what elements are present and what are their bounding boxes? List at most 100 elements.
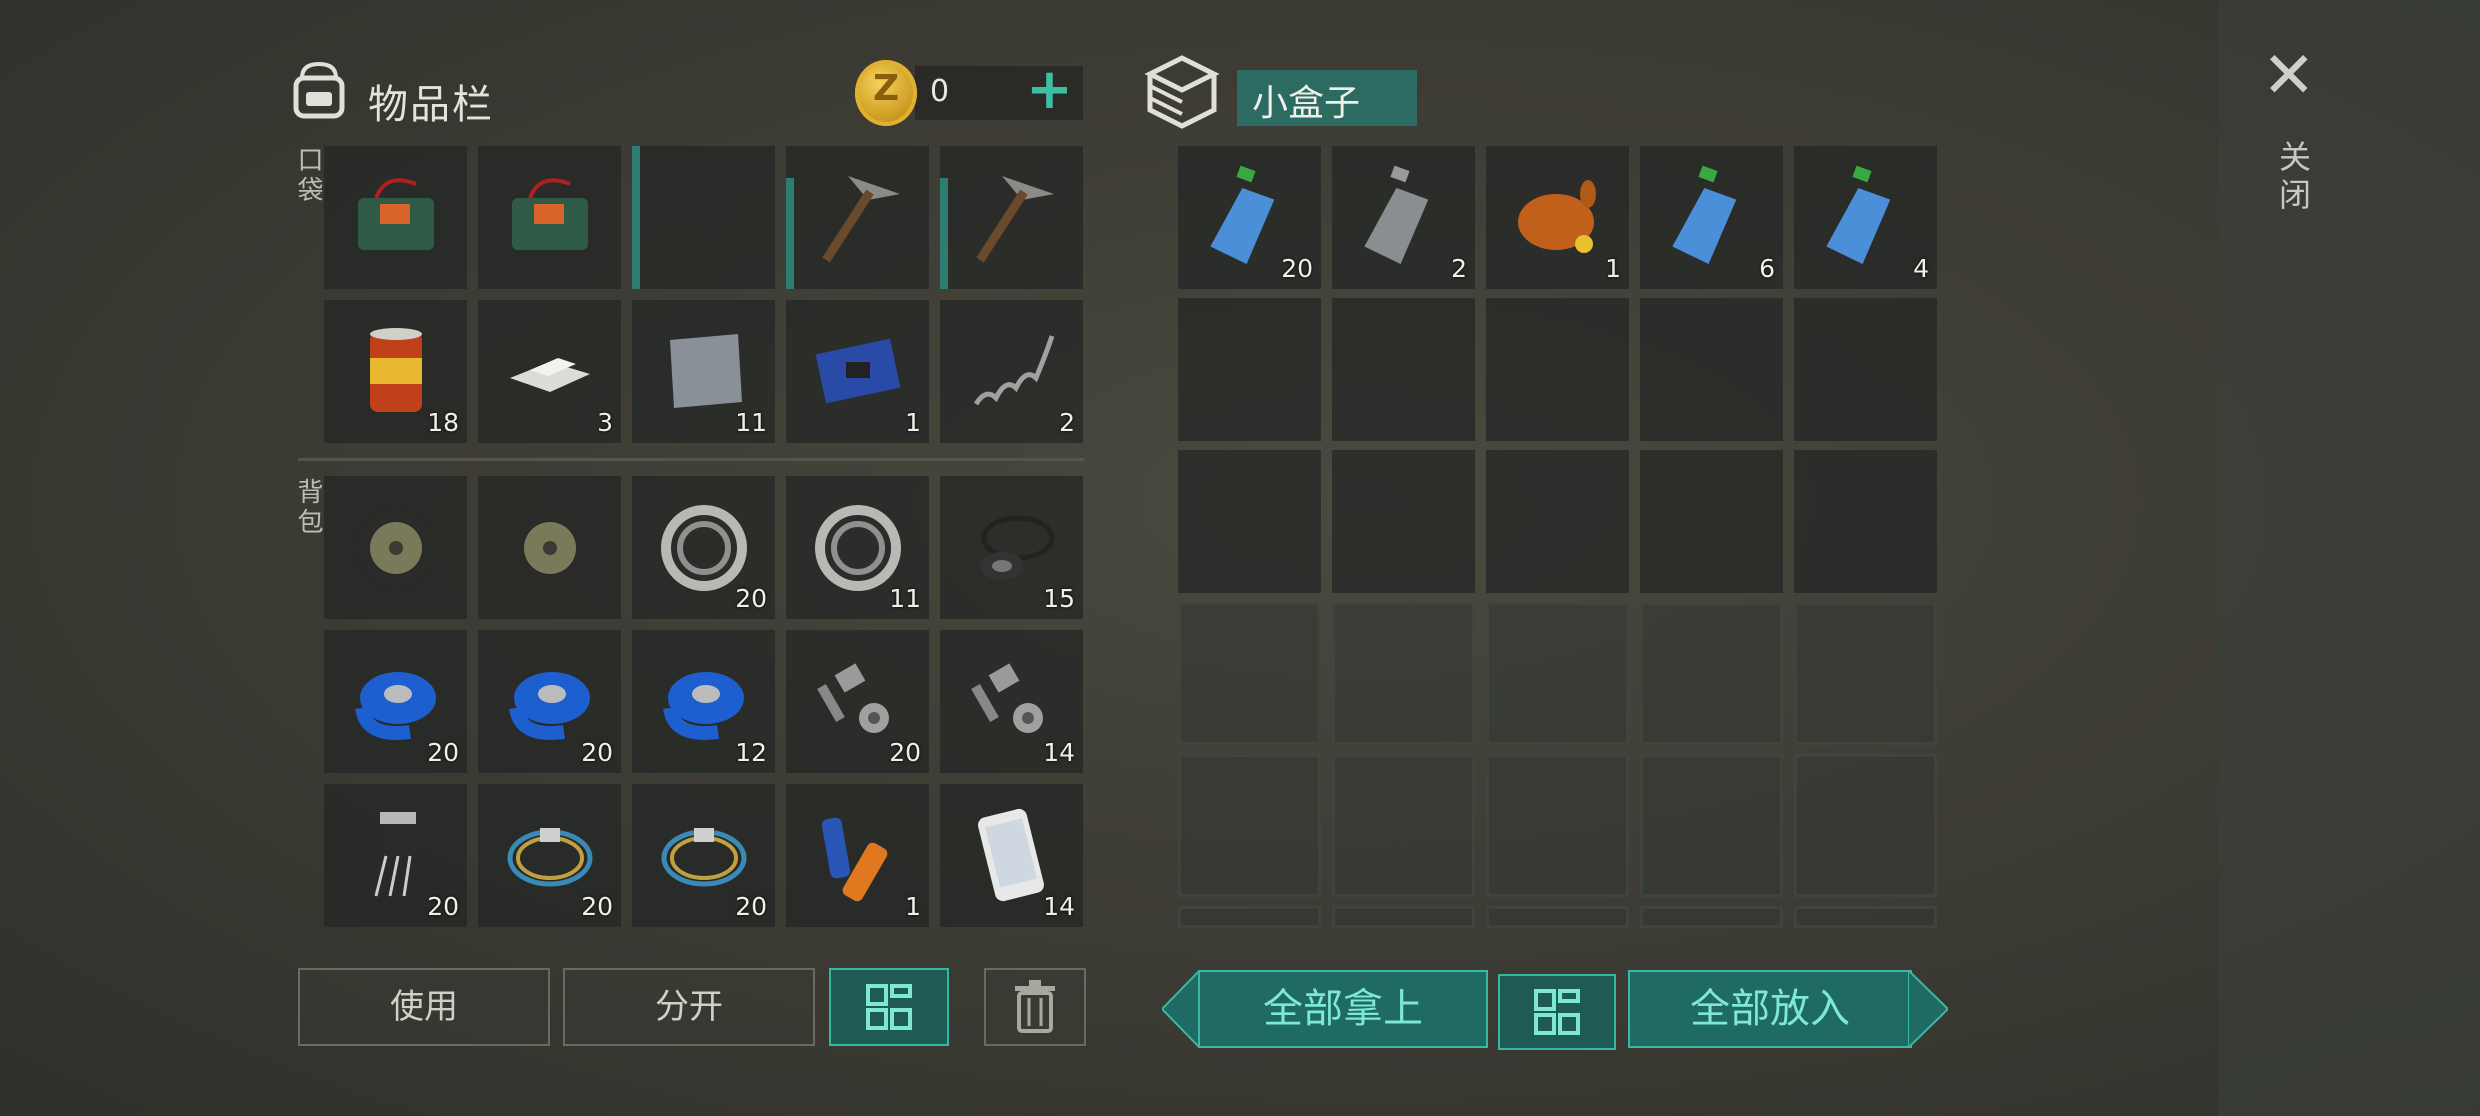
container-slot[interactable] xyxy=(1486,450,1629,593)
backpack-icon xyxy=(288,58,350,120)
container-slot[interactable] xyxy=(1486,298,1629,441)
canned-food-icon xyxy=(346,318,446,422)
water-bottle-icon xyxy=(1200,164,1300,268)
container-slot[interactable] xyxy=(1640,754,1783,897)
container-slot[interactable] xyxy=(1486,906,1629,928)
trash-button[interactable] xyxy=(984,968,1086,1046)
inventory-slot[interactable]: 2 xyxy=(940,300,1083,443)
item-count: 4 xyxy=(1913,254,1929,283)
item-count: 1 xyxy=(905,408,921,437)
split-button[interactable]: 分开 xyxy=(563,968,815,1046)
put-all-arrow xyxy=(1907,967,1950,1051)
container-slot[interactable]: 2 xyxy=(1332,146,1475,289)
container-slot[interactable] xyxy=(1486,602,1629,745)
c4-explosive-icon xyxy=(500,164,600,268)
duct-tape-icon xyxy=(346,648,446,752)
item-count: 1 xyxy=(905,892,921,921)
inventory-slot[interactable]: 20 xyxy=(478,630,621,773)
container-slot[interactable]: 4 xyxy=(1794,146,1937,289)
put-all-button[interactable]: 全部放入 xyxy=(1628,970,1912,1048)
box-icon xyxy=(1142,50,1222,130)
container-slot[interactable]: 6 xyxy=(1640,146,1783,289)
container-slot[interactable] xyxy=(1640,602,1783,745)
container-slot[interactable] xyxy=(1178,602,1321,745)
close-label[interactable]: 关闭 xyxy=(2270,140,2316,216)
container-slot[interactable] xyxy=(1178,450,1321,593)
side-panel xyxy=(2218,0,2480,1116)
inventory-slot[interactable]: 1 xyxy=(786,300,929,443)
bolt-nut-icon xyxy=(808,648,908,752)
inventory-slot[interactable]: 20 xyxy=(324,784,467,927)
container-slot[interactable] xyxy=(1794,450,1937,593)
container-slot[interactable]: 20 xyxy=(1178,146,1321,289)
container-slot[interactable] xyxy=(1178,298,1321,441)
inventory-slot[interactable]: 20 xyxy=(632,784,775,927)
use-button[interactable]: 使用 xyxy=(298,968,550,1046)
item-count: 11 xyxy=(735,408,767,437)
item-count: 20 xyxy=(1281,254,1313,283)
section-divider xyxy=(298,458,1084,461)
container-slot[interactable] xyxy=(1640,298,1783,441)
inventory-slot[interactable]: 11 xyxy=(632,300,775,443)
item-count: 20 xyxy=(581,892,613,921)
item-count: 14 xyxy=(1043,892,1075,921)
container-slot[interactable] xyxy=(1794,906,1937,928)
transistor-icon xyxy=(346,802,446,906)
take-all-button[interactable]: 全部拿上 xyxy=(1198,970,1488,1048)
inventory-title: 物品栏 xyxy=(368,82,494,128)
inventory-slot[interactable]: 20 xyxy=(786,630,929,773)
inventory-slot[interactable]: 14 xyxy=(940,784,1083,927)
container-slot[interactable] xyxy=(1640,450,1783,593)
inventory-slot[interactable]: 18 xyxy=(324,300,467,443)
container-sort-button[interactable] xyxy=(1498,974,1616,1050)
inventory-slot[interactable] xyxy=(324,476,467,619)
inventory-slot[interactable] xyxy=(786,146,929,289)
inventory-slot[interactable]: 11 xyxy=(786,476,929,619)
inventory-slot[interactable]: 3 xyxy=(478,300,621,443)
container-slot[interactable] xyxy=(1332,602,1475,745)
pickaxe-icon xyxy=(962,164,1062,268)
container-slot[interactable] xyxy=(1640,906,1783,928)
inventory-slot[interactable]: 20 xyxy=(632,476,775,619)
container-slot[interactable] xyxy=(1178,906,1321,928)
inventory-slot[interactable] xyxy=(940,146,1083,289)
inventory-slot[interactable] xyxy=(478,146,621,289)
smartphone-icon xyxy=(962,802,1062,906)
container-slot[interactable] xyxy=(1332,906,1475,928)
inventory-slot[interactable]: 14 xyxy=(940,630,1083,773)
container-slot[interactable] xyxy=(1794,298,1937,441)
inventory-slot[interactable] xyxy=(632,146,775,289)
inventory-slot[interactable] xyxy=(478,476,621,619)
item-count: 20 xyxy=(581,738,613,767)
container-slot[interactable] xyxy=(1332,754,1475,897)
close-icon[interactable]: ✕ xyxy=(2262,44,2316,108)
container-slot[interactable]: 1 xyxy=(1486,146,1629,289)
grid-sort-icon xyxy=(866,984,912,1030)
add-coins-button[interactable]: + xyxy=(1026,62,1073,122)
inventory-slot[interactable]: 12 xyxy=(632,630,775,773)
container-slot[interactable] xyxy=(1794,602,1937,745)
sort-button[interactable] xyxy=(829,968,949,1046)
empty-bottle-icon xyxy=(1354,164,1454,268)
inventory-slot[interactable] xyxy=(324,146,467,289)
inventory-slot[interactable]: 20 xyxy=(324,630,467,773)
wire-coil-icon xyxy=(654,802,754,906)
item-count: 1 xyxy=(1605,254,1621,283)
rubber-seal-icon xyxy=(962,494,1062,598)
item-count: 20 xyxy=(427,738,459,767)
aluminum-bars-icon xyxy=(500,318,600,422)
container-slot[interactable] xyxy=(1178,754,1321,897)
inventory-slot[interactable]: 1 xyxy=(786,784,929,927)
item-count: 3 xyxy=(597,408,613,437)
container-slot[interactable] xyxy=(1794,754,1937,897)
container-slot[interactable] xyxy=(1486,754,1629,897)
bearing-icon xyxy=(654,494,754,598)
bearing-icon xyxy=(808,494,908,598)
item-count: 18 xyxy=(427,408,459,437)
container-slot[interactable] xyxy=(1332,450,1475,593)
inventory-slot[interactable]: 15 xyxy=(940,476,1083,619)
item-count: 6 xyxy=(1759,254,1775,283)
container-slot[interactable] xyxy=(1332,298,1475,441)
inventory-slot[interactable]: 20 xyxy=(478,784,621,927)
trash-icon xyxy=(1015,980,1055,1033)
